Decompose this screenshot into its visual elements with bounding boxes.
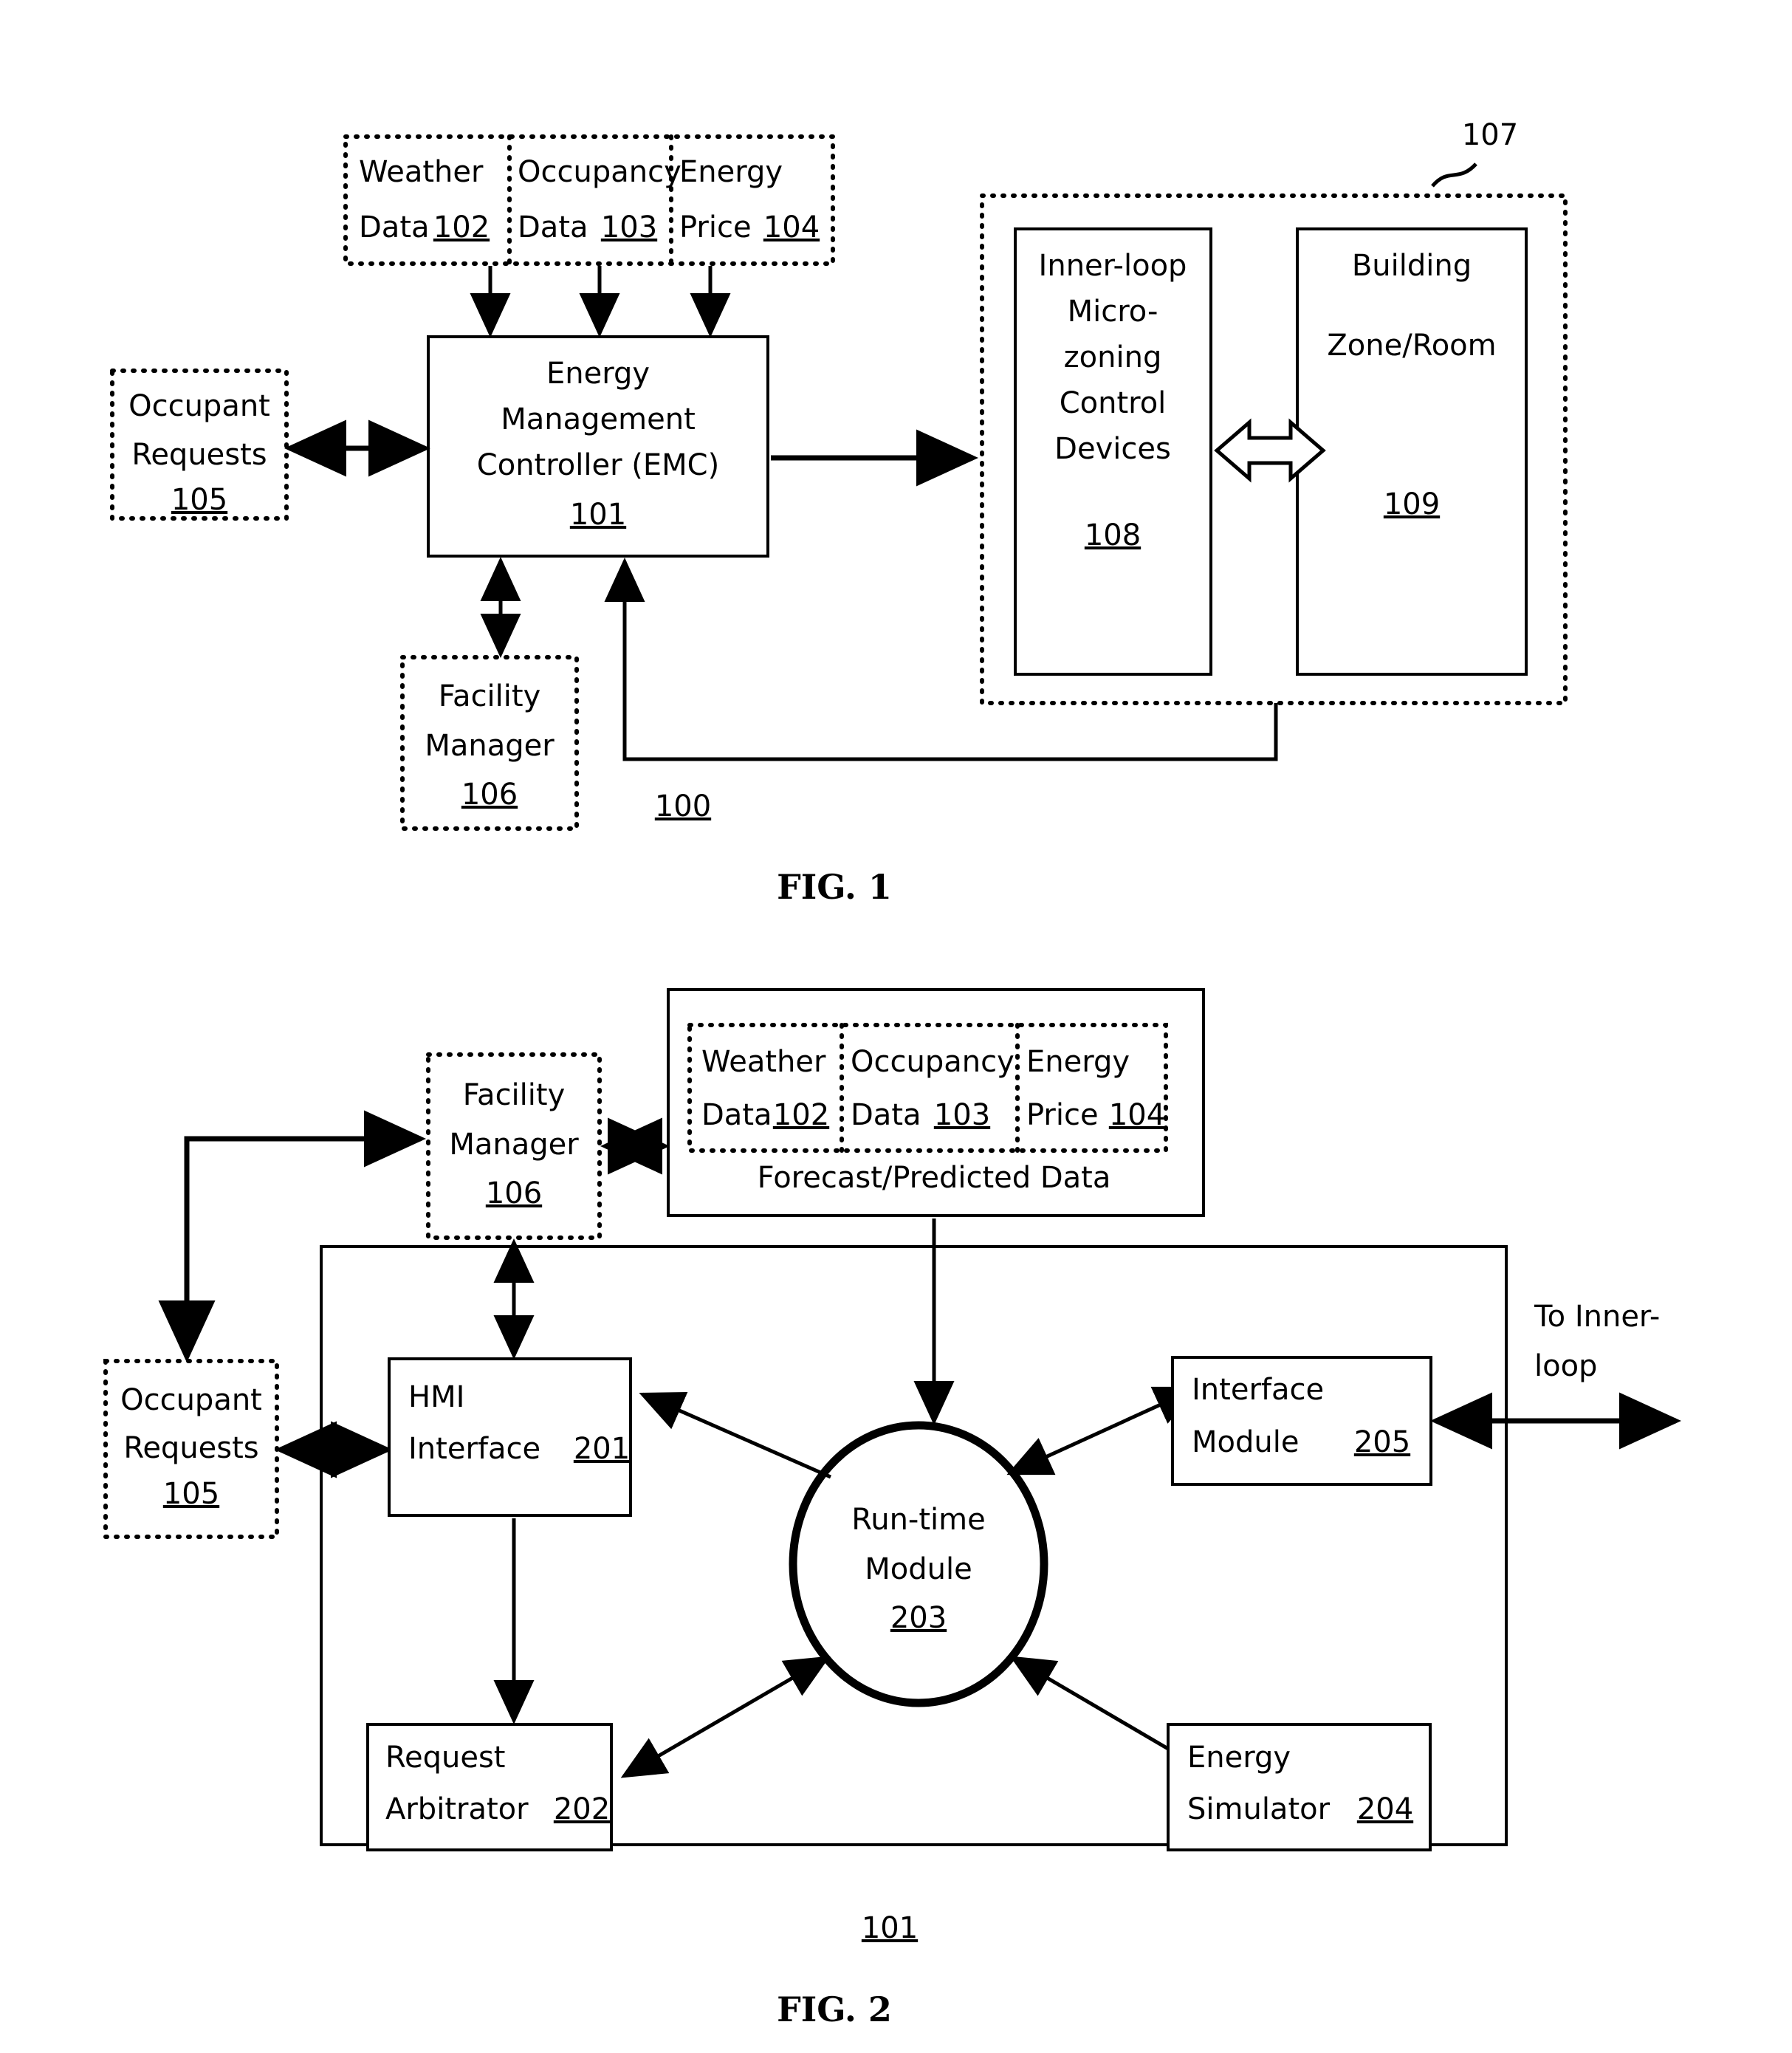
fig2-arbitrator-line1: Request bbox=[385, 1741, 505, 1775]
fig1-facility-manager-box: Facility Manager 106 bbox=[400, 655, 579, 831]
fig1-occupancy-data-box: Occupancy Data 103 bbox=[518, 155, 682, 244]
fig1-inner-loop-ref: 108 bbox=[1085, 518, 1141, 552]
fig1-system-ref: 100 bbox=[655, 789, 711, 823]
fig2-request-arbitrator-box: Request Arbitrator 202 bbox=[366, 1723, 613, 1851]
fig2-facility-manager-ref: 106 bbox=[486, 1176, 542, 1210]
fig2-simulator-ref: 204 bbox=[1357, 1792, 1413, 1826]
fig2-runtime-module-node: Run-time Module 203 bbox=[789, 1421, 1048, 1707]
fig1-occupant-requests-line2: Requests bbox=[131, 438, 267, 472]
fig1-building-zone-box: Building Zone/Room 109 bbox=[1296, 227, 1528, 676]
fig1-inner-loop-line2: Micro- bbox=[1068, 295, 1158, 329]
fig1-inner-loop-line4: Control bbox=[1060, 386, 1167, 420]
fig2-occupant-requests-ref: 105 bbox=[163, 1477, 219, 1511]
fig2-occupant-requests-line2: Requests bbox=[123, 1431, 258, 1465]
fig1-emc-ref: 101 bbox=[570, 498, 626, 532]
fig1-energy-price-line1: Energy bbox=[679, 155, 783, 189]
fig1-occupant-requests-ref: 105 bbox=[171, 483, 227, 517]
fig2-interface-module-box: Interface Module 205 bbox=[1171, 1356, 1432, 1486]
fig2-arbitrator-ref: 202 bbox=[554, 1792, 610, 1826]
fig1-inner-loop-line3: zoning bbox=[1064, 340, 1162, 374]
fig1-building-zone-line1: Building bbox=[1352, 249, 1472, 283]
fig2-energy-price-line1: Energy bbox=[1026, 1045, 1130, 1079]
fig2-simulator-line2: Simulator bbox=[1187, 1792, 1331, 1826]
fig1-building-zone-border bbox=[1296, 227, 1528, 676]
fig1-facility-manager-ref: 106 bbox=[461, 778, 518, 812]
fig2-hmi-line1: HMI bbox=[408, 1380, 464, 1414]
fig1-emc-line1: Energy bbox=[546, 357, 650, 391]
fig2-weather-line2: Data bbox=[701, 1098, 772, 1132]
fig2-facility-manager-line1: Facility bbox=[463, 1078, 566, 1112]
figure-2: Weather Data 102 Occupancy Data 103 Ener… bbox=[103, 988, 1681, 2029]
fig1-weather-line1: Weather bbox=[359, 155, 484, 189]
fig1-inner-loop-devices-box: Inner-loop Micro- zoning Control Devices… bbox=[1014, 227, 1212, 676]
fig2-hmi-line2: Interface bbox=[408, 1432, 540, 1466]
fig2-energy-simulator-box: Energy Simulator 204 bbox=[1167, 1723, 1432, 1851]
fig1-occupant-requests-line1: Occupant bbox=[128, 389, 270, 423]
fig1-occupancy-line1: Occupancy bbox=[518, 155, 682, 189]
fig1-occupancy-line2: Data bbox=[518, 210, 588, 244]
fig1-emc-line3: Controller (EMC) bbox=[477, 448, 719, 482]
fig2-arbitrator-line2: Arbitrator bbox=[385, 1792, 529, 1826]
fig1-occupancy-ref: 103 bbox=[601, 210, 657, 244]
fig2-occupant-requests-line1: Occupant bbox=[120, 1383, 262, 1417]
fig2-hmi-ref: 201 bbox=[574, 1432, 630, 1466]
fig1-facility-manager-line2: Manager bbox=[425, 729, 555, 763]
fig1-inner-loop-line1: Inner-loop bbox=[1039, 249, 1187, 283]
fig2-energy-price-ref: 104 bbox=[1109, 1098, 1165, 1132]
fig2-interface-line1: Interface bbox=[1192, 1373, 1324, 1407]
fig1-weather-ref: 102 bbox=[433, 210, 490, 244]
fig2-to-inner-loop-line2: loop bbox=[1534, 1349, 1597, 1383]
fig1-weather-line2: Data bbox=[359, 210, 430, 244]
fig1-building-zone-ref: 109 bbox=[1384, 487, 1440, 521]
fig1-energy-price-line2: Price bbox=[679, 210, 752, 244]
fig2-facility-manager-line2: Manager bbox=[449, 1128, 579, 1162]
fig1-weather-data-box: Weather Data 102 bbox=[359, 155, 490, 244]
fig2-interface-line2: Module bbox=[1192, 1425, 1299, 1459]
fig2-occupant-requests-box: Occupant Requests 105 bbox=[103, 1359, 279, 1539]
figure-1: Weather Data 102 Occupancy Data 103 Ener… bbox=[110, 118, 1568, 907]
fig1-facility-manager-line1: Facility bbox=[439, 679, 541, 713]
fig1-building-zone-line2: Zone/Room bbox=[1327, 329, 1496, 363]
fig1-occupant-requests-box: Occupant Requests 105 bbox=[110, 369, 289, 521]
fig2-to-inner-loop-line1: To Inner- bbox=[1534, 1300, 1660, 1334]
fig2-occupancy-line1: Occupancy bbox=[851, 1045, 1015, 1079]
fig2-controller-ref: 101 bbox=[862, 1911, 918, 1945]
fig1-energy-price-ref: 104 bbox=[763, 210, 820, 244]
fig2-simulator-line1: Energy bbox=[1187, 1741, 1291, 1775]
fig1-emc-box: Energy Management Controller (EMC) 101 bbox=[427, 335, 769, 558]
fig2-weather-ref: 102 bbox=[773, 1098, 829, 1132]
fig2-forecast-panel: Weather Data 102 Occupancy Data 103 Ener… bbox=[667, 988, 1205, 1217]
fig1-group-107-leader bbox=[1431, 162, 1477, 188]
fig2-runtime-ref: 203 bbox=[890, 1601, 947, 1635]
fig2-facility-manager-box: Facility Manager 106 bbox=[426, 1052, 602, 1240]
fig1-emc-line2: Management bbox=[501, 402, 696, 436]
fig2-caption: FIG. 2 bbox=[777, 1989, 892, 2029]
patent-drawing-sheet: Weather Data 102 Occupancy Data 103 Ener… bbox=[103, 118, 1681, 2029]
fig2-runtime-line1: Run-time bbox=[851, 1503, 986, 1537]
fig1-energy-price-box: Energy Price 104 bbox=[679, 155, 820, 244]
fig2-runtime-line2: Module bbox=[865, 1552, 972, 1586]
fig2-energy-price-line2: Price bbox=[1026, 1098, 1099, 1132]
fig2-hmi-interface-box: HMI Interface 201 bbox=[388, 1357, 632, 1517]
fig1-group-107-ref: 107 bbox=[1462, 118, 1518, 152]
fig2-forecast-label: Forecast/Predicted Data bbox=[758, 1161, 1111, 1195]
fig2-weather-line1: Weather bbox=[701, 1045, 826, 1079]
fig1-input-group: Weather Data 102 Occupancy Data 103 Ener… bbox=[343, 134, 835, 266]
fig2-to-inner-loop-label: To Inner- loop bbox=[1534, 1300, 1660, 1383]
fig1-inner-loop-line5: Devices bbox=[1054, 432, 1171, 466]
fig2-occupancy-line2: Data bbox=[851, 1098, 921, 1132]
fig2-occupancy-ref: 103 bbox=[934, 1098, 990, 1132]
fig1-caption: FIG. 1 bbox=[777, 867, 892, 907]
fig2-interface-ref: 205 bbox=[1354, 1425, 1410, 1459]
